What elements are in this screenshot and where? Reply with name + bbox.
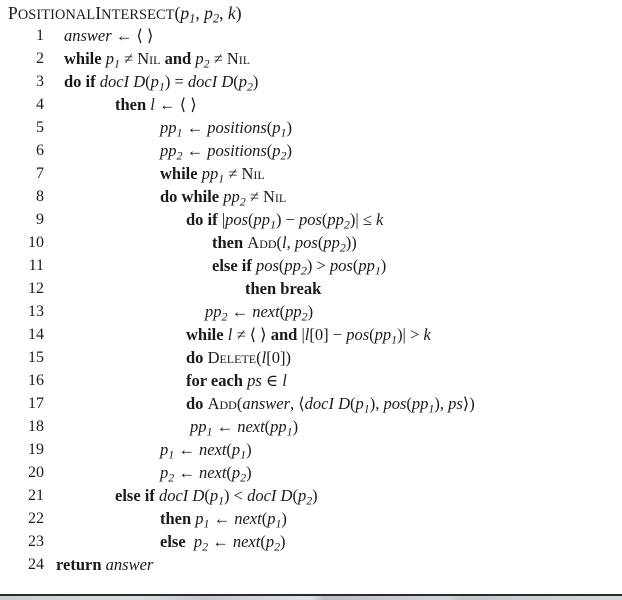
code-line: 16 for each ps ∈ l bbox=[0, 369, 622, 392]
line-number: 1 bbox=[36, 27, 44, 44]
code-line: 4 then l ← ⟨ ⟩ bbox=[0, 93, 622, 116]
line-number: 19 bbox=[28, 441, 44, 458]
line-code: answer ← ⟨ ⟩ bbox=[64, 26, 154, 45]
line-number: 6 bbox=[36, 142, 44, 159]
code-line: 10 then Add(l, pos(pp2)) bbox=[0, 231, 622, 254]
code-line: 17 do Add(answer, ⟨docI D(p1), pos(pp1),… bbox=[0, 392, 622, 415]
line-number: 2 bbox=[36, 50, 44, 67]
procedure-name: POSITIONALINTERSECT bbox=[8, 3, 175, 23]
line-number: 13 bbox=[28, 303, 44, 320]
code-line: 6 pp2 ← positions(p2) bbox=[0, 139, 622, 162]
line-number: 7 bbox=[36, 165, 44, 182]
code-line: 19 p1 ← next(p1) bbox=[0, 438, 622, 461]
line-number: 11 bbox=[28, 257, 44, 274]
code-line: 15 do Delete(l[0]) bbox=[0, 346, 622, 369]
code-line: 23 else p2 ← next(p2) bbox=[0, 530, 622, 553]
line-number: 18 bbox=[28, 418, 44, 435]
procedure-args: (p1, p2, k) bbox=[174, 3, 242, 26]
code-line: 24 return answer bbox=[0, 553, 622, 576]
code-line: 20 p2 ← next(p2) bbox=[0, 461, 622, 484]
code-line: 13 pp2 ← next(pp2) bbox=[0, 300, 622, 323]
line-number: 24 bbox=[28, 556, 44, 573]
code-line: 9 do if |pos(pp1) − pos(pp2)| ≤ k bbox=[0, 208, 622, 231]
line-number: 4 bbox=[36, 96, 44, 113]
line-code: return answer bbox=[56, 555, 154, 574]
line-number: 16 bbox=[28, 372, 44, 389]
line-number: 22 bbox=[28, 510, 44, 527]
line-number: 23 bbox=[28, 533, 44, 550]
line-code: then l ← ⟨ ⟩ bbox=[115, 95, 197, 114]
code-line: 18 pp1 ← next(pp1) bbox=[0, 415, 622, 438]
line-number: 8 bbox=[36, 188, 44, 205]
code-line: 7 while pp1 ≠ Nil bbox=[0, 162, 622, 185]
code-line: 3 do if docI D(p1) = docI D(p2) bbox=[0, 70, 622, 93]
code-line: 12 then break bbox=[0, 277, 622, 300]
line-code: do Delete(l[0]) bbox=[186, 348, 291, 367]
line-number: 17 bbox=[28, 395, 44, 412]
algorithm-figure: POSITIONALINTERSECT(p1, p2, k) 1 answer … bbox=[0, 0, 622, 600]
line-code: then break bbox=[245, 279, 322, 298]
line-number: 3 bbox=[36, 73, 44, 90]
procedure-header: POSITIONALINTERSECT(p1, p2, k) bbox=[8, 2, 242, 26]
line-number: 15 bbox=[28, 349, 44, 366]
line-number: 20 bbox=[28, 464, 44, 481]
line-number: 10 bbox=[28, 234, 44, 251]
code-line: 1 answer ← ⟨ ⟩ bbox=[0, 24, 622, 47]
line-number: 14 bbox=[28, 326, 44, 343]
line-number: 9 bbox=[36, 211, 44, 228]
code-line: 14 while l ≠ ⟨ ⟩ and |l[0] − pos(pp1)| >… bbox=[0, 323, 622, 346]
figure-bottom-rule-shade bbox=[0, 596, 622, 600]
code-line: 21 else if docI D(p1) < docI D(p2) bbox=[0, 484, 622, 507]
line-code: for each ps ∈ l bbox=[186, 371, 287, 390]
code-line: 11 else if pos(pp2) > pos(pp1) bbox=[0, 254, 622, 277]
code-line: 2 while p1 ≠ Nil and p2 ≠ Nil bbox=[0, 47, 622, 70]
code-line: 22 then p1 ← next(p1) bbox=[0, 507, 622, 530]
code-line: 8 do while pp2 ≠ Nil bbox=[0, 185, 622, 208]
line-number: 21 bbox=[28, 487, 44, 504]
line-number: 12 bbox=[28, 280, 44, 297]
code-line: 5 pp1 ← positions(p1) bbox=[0, 116, 622, 139]
line-number: 5 bbox=[36, 119, 44, 136]
